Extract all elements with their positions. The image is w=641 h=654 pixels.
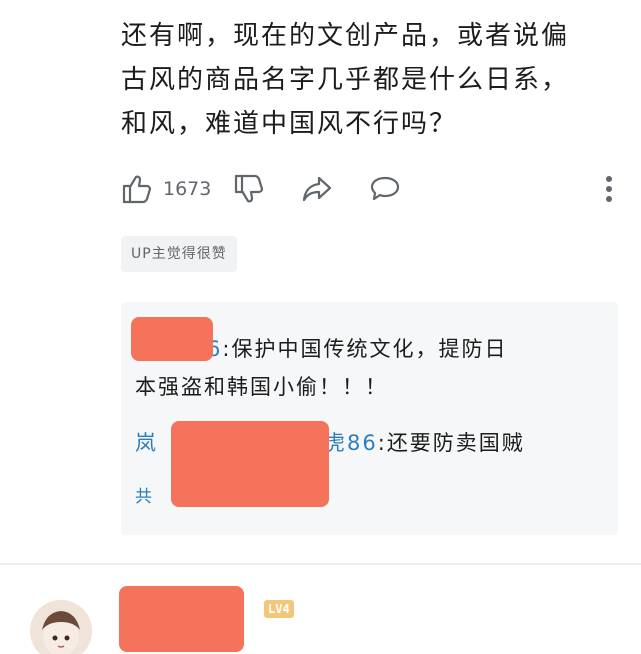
redaction-username-3 <box>119 586 244 652</box>
comment-text: 还有啊，现在的文创产品，或者说偏 古风的商品名字几乎都是什么日系， 和风，难道中… <box>121 21 570 139</box>
more-options-button[interactable] <box>593 170 625 208</box>
share-icon <box>302 176 332 202</box>
comment-actions: 1673 <box>121 170 621 208</box>
thumbs-up-icon <box>122 175 152 204</box>
reply-2-text: 还要防卖国贼 <box>386 431 525 455</box>
redaction-username-1 <box>131 317 213 361</box>
share-button[interactable] <box>301 170 333 208</box>
chat-bubble-icon <box>370 176 400 201</box>
avatar-illustration <box>30 600 92 654</box>
reply-2-username-end[interactable]: 虎86 <box>324 431 378 455</box>
reply-1-continued: 本强盗和韩国小偷！！！ <box>135 375 388 399</box>
comment-divider <box>0 563 641 565</box>
more-replies-link[interactable]: 共 <box>135 478 154 516</box>
up-liked-badge: UP主觉得很赞 <box>121 236 237 272</box>
reply-button[interactable] <box>369 170 401 208</box>
reply-2-username-start[interactable]: 岚 <box>135 431 158 455</box>
thumbs-down-icon <box>234 174 264 203</box>
dislike-button[interactable] <box>233 170 265 208</box>
like-count: 1673 <box>163 178 212 200</box>
reply-1-text: 保护中国传统文化，提防日 <box>231 337 508 361</box>
like-button[interactable]: 1673 <box>121 170 211 208</box>
redaction-username-2 <box>171 421 329 507</box>
more-vertical-icon <box>606 176 612 202</box>
level-badge: LV4 <box>264 600 294 618</box>
avatar[interactable] <box>30 600 92 654</box>
